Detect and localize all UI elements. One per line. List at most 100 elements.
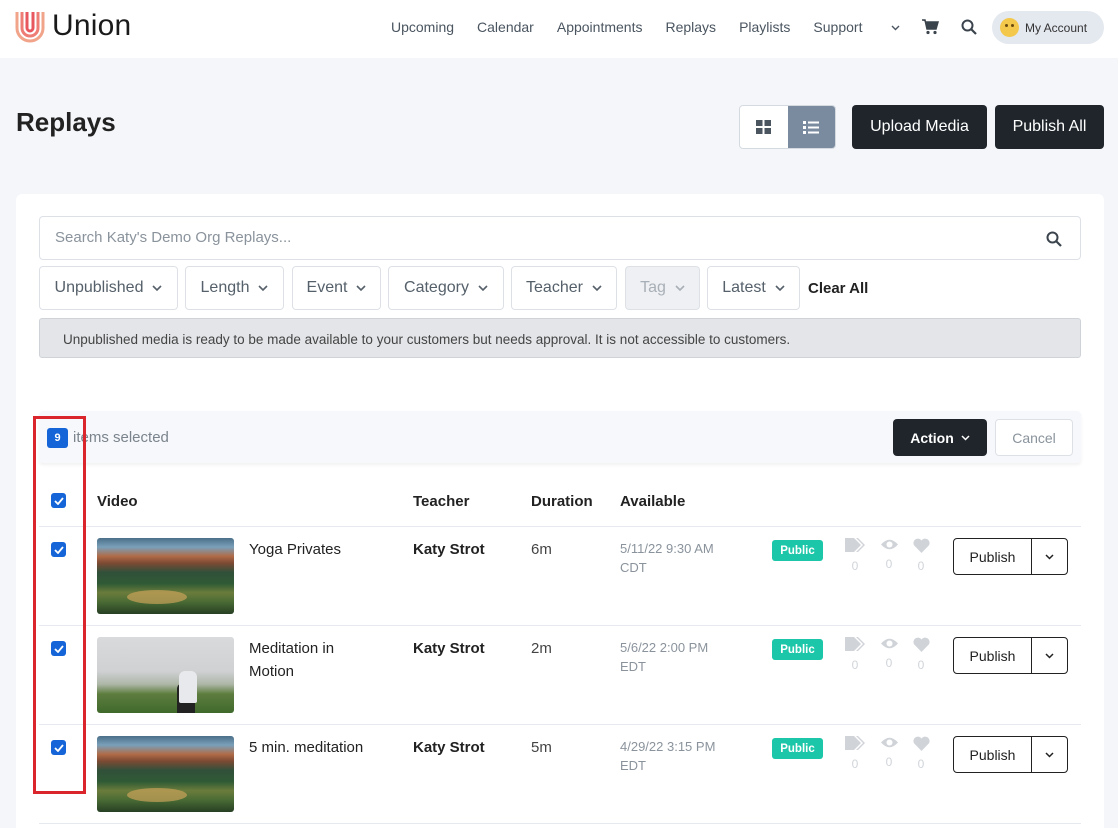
available-date: 5/6/22 2:00 PM EDT (620, 638, 708, 676)
checkbox-column-highlight (33, 416, 86, 794)
filter-teacher[interactable]: Teacher (511, 266, 617, 310)
duration: 5m (531, 739, 552, 756)
publish-dropdown-toggle[interactable] (1032, 737, 1067, 772)
tags-count: 0 (851, 559, 859, 573)
available-datetime: 5/11/22 9:30 AM (620, 541, 714, 556)
likes-count: 0 (917, 658, 925, 672)
heart-icon (912, 637, 930, 652)
column-header-teacher[interactable]: Teacher (413, 493, 469, 510)
filter-label: Tag (640, 279, 666, 296)
nav-replays[interactable]: Replays (665, 19, 716, 35)
views-count: 0 (885, 656, 893, 670)
teacher-name: Katy Strot (413, 541, 485, 558)
filter-label: Category (404, 279, 469, 296)
row-divider (39, 823, 1081, 824)
action-label: Action (910, 429, 954, 446)
nav-support-label: Support (813, 19, 863, 35)
search-icon[interactable] (1046, 231, 1062, 247)
filter-label: Teacher (526, 279, 583, 296)
video-thumbnail[interactable] (97, 637, 234, 713)
heart-icon (912, 736, 930, 751)
chevron-down-icon (592, 284, 602, 291)
chevron-down-icon (1045, 751, 1054, 758)
nav-appointments[interactable]: Appointments (557, 19, 643, 35)
upload-media-button[interactable]: Upload Media (852, 105, 987, 149)
tag-icon (845, 538, 865, 552)
teacher-name: Katy Strot (413, 739, 485, 756)
available-date: 5/11/22 9:30 AM CDT (620, 539, 714, 577)
filter-sort[interactable]: Latest (707, 266, 800, 310)
views-stat: 0 (878, 736, 900, 769)
publish-button[interactable]: Publish (954, 539, 1032, 574)
available-datetime: 4/29/22 3:15 PM (620, 739, 716, 754)
clear-all-link[interactable]: Clear All (808, 280, 868, 297)
heart-icon (912, 538, 930, 553)
union-logo[interactable]: Union (14, 8, 131, 44)
available-timezone: CDT (620, 560, 647, 575)
views-count: 0 (885, 557, 893, 571)
views-stat: 0 (878, 538, 900, 571)
column-header-available[interactable]: Available (620, 493, 685, 510)
search-icon[interactable] (961, 19, 977, 35)
teacher-name: Katy Strot (413, 640, 485, 657)
video-thumbnail[interactable] (97, 736, 234, 812)
grid-view-button[interactable] (740, 106, 788, 148)
video-title-line: Yoga Privates (249, 541, 342, 558)
video-title-line: Meditation in (249, 640, 335, 657)
list-view-button[interactable] (787, 106, 835, 148)
filter-status[interactable]: Unpublished (39, 266, 178, 310)
video-title[interactable]: Yoga Privates (249, 538, 389, 561)
nav-support[interactable]: Support (813, 19, 900, 35)
cancel-button[interactable]: Cancel (995, 419, 1073, 456)
video-title[interactable]: 5 min. meditation (249, 736, 389, 759)
filter-length[interactable]: Length (185, 266, 284, 310)
status-badge: Public (772, 738, 823, 759)
eye-icon (880, 539, 898, 550)
tags-count: 0 (851, 658, 859, 672)
publish-dropdown-toggle[interactable] (1032, 539, 1067, 574)
nav-calendar[interactable]: Calendar (477, 19, 534, 35)
video-thumbnail[interactable] (97, 538, 234, 614)
tag-icon (845, 736, 865, 750)
main-nav: Upcoming Calendar Appointments Replays P… (391, 19, 923, 35)
filter-label: Event (306, 279, 348, 296)
chevron-down-icon (961, 434, 970, 441)
column-header-video[interactable]: Video (97, 493, 138, 510)
tags-count: 0 (851, 757, 859, 771)
publish-button[interactable]: Publish (954, 638, 1032, 673)
filter-event[interactable]: Event (292, 266, 381, 310)
avatar (1000, 18, 1019, 37)
column-header-duration[interactable]: Duration (531, 493, 593, 510)
likes-stat: 0 (910, 736, 932, 771)
chevron-down-icon (891, 25, 900, 31)
publish-dropdown-toggle[interactable] (1032, 638, 1067, 673)
nav-playlists[interactable]: Playlists (739, 19, 790, 35)
likes-count: 0 (917, 757, 925, 771)
filter-category[interactable]: Category (388, 266, 504, 310)
unpublished-notice: Unpublished media is ready to be made av… (39, 318, 1081, 358)
my-account-button[interactable]: My Account (992, 11, 1104, 44)
publish-split-button: Publish (953, 538, 1068, 575)
available-datetime: 5/6/22 2:00 PM (620, 640, 709, 655)
chevron-down-icon (675, 284, 685, 291)
status-badge: Public (772, 540, 823, 561)
video-title[interactable]: Meditation in Motion (249, 637, 389, 683)
chevron-down-icon (1045, 652, 1054, 659)
cart-icon[interactable] (922, 19, 939, 35)
action-button[interactable]: Action (893, 419, 987, 456)
top-navbar: Union Upcoming Calendar Appointments Rep… (0, 0, 1118, 58)
tags-stat: 0 (844, 637, 866, 672)
publish-button[interactable]: Publish (954, 737, 1032, 772)
chevron-down-icon (478, 284, 488, 291)
page-title: Replays (16, 107, 116, 137)
selected-text: items selected (73, 429, 169, 446)
search-input[interactable] (55, 229, 1005, 246)
publish-all-button[interactable]: Publish All (995, 105, 1104, 149)
chevron-down-icon (356, 284, 367, 291)
duration: 2m (531, 640, 552, 657)
video-title-line: Motion (249, 663, 295, 680)
available-timezone: EDT (620, 758, 646, 773)
publish-split-button: Publish (953, 736, 1068, 773)
nav-upcoming[interactable]: Upcoming (391, 19, 454, 35)
view-toggle (739, 105, 836, 149)
